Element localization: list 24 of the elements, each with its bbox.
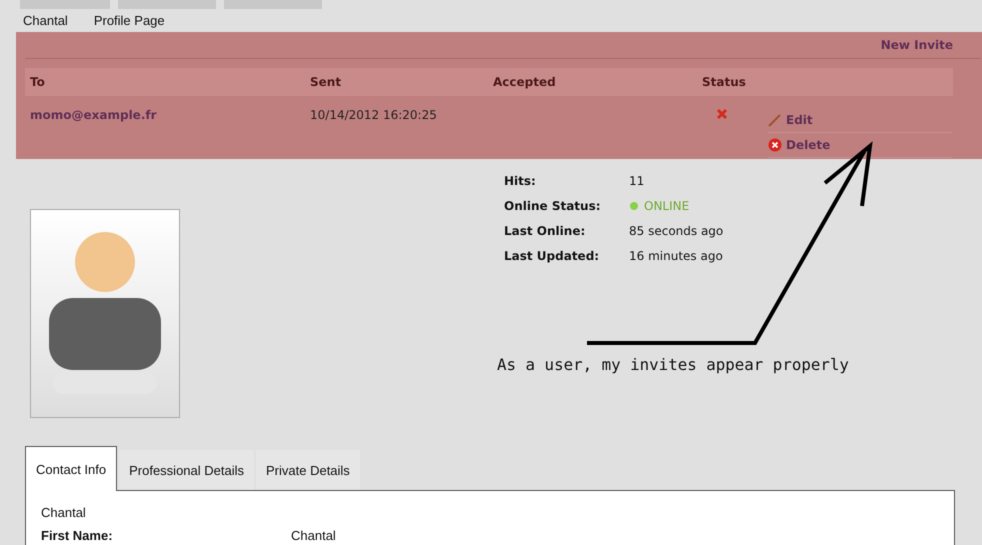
tab[interactable]: Professional Details [119, 450, 254, 490]
stat-value: 85 seconds ago [629, 224, 724, 238]
pencil-icon [768, 113, 782, 127]
table-cell: 10/14/2012 16:20:25 [310, 108, 437, 122]
stat-label: Last Updated: [504, 249, 600, 263]
delete-icon [768, 138, 782, 152]
column-header: To [30, 75, 46, 89]
breadcrumb-link[interactable]: Chantal [23, 13, 68, 28]
tab[interactable]: Private Details [256, 450, 360, 490]
tab[interactable]: Contact Info [25, 446, 118, 491]
field-value: Chantal [291, 528, 337, 543]
stat-value: 11 [629, 174, 646, 188]
stat-label: Hits: [504, 174, 537, 188]
stat-label: Online Status: [504, 199, 602, 213]
stat-value: 16 minutes ago [629, 249, 724, 263]
column-header: Sent [310, 75, 342, 89]
stat-label: Last Online: [504, 224, 586, 238]
annotation-text: As a user, my invites appear properly [497, 355, 849, 374]
field-label: First Name: [41, 528, 114, 543]
column-header: Accepted [493, 75, 557, 89]
contact-heading: Chantal [41, 505, 87, 520]
stat-value: ONLINE [629, 199, 724, 213]
column-header: Status [702, 75, 747, 89]
breadcrumb-link[interactable]: Profile Page [94, 13, 165, 28]
